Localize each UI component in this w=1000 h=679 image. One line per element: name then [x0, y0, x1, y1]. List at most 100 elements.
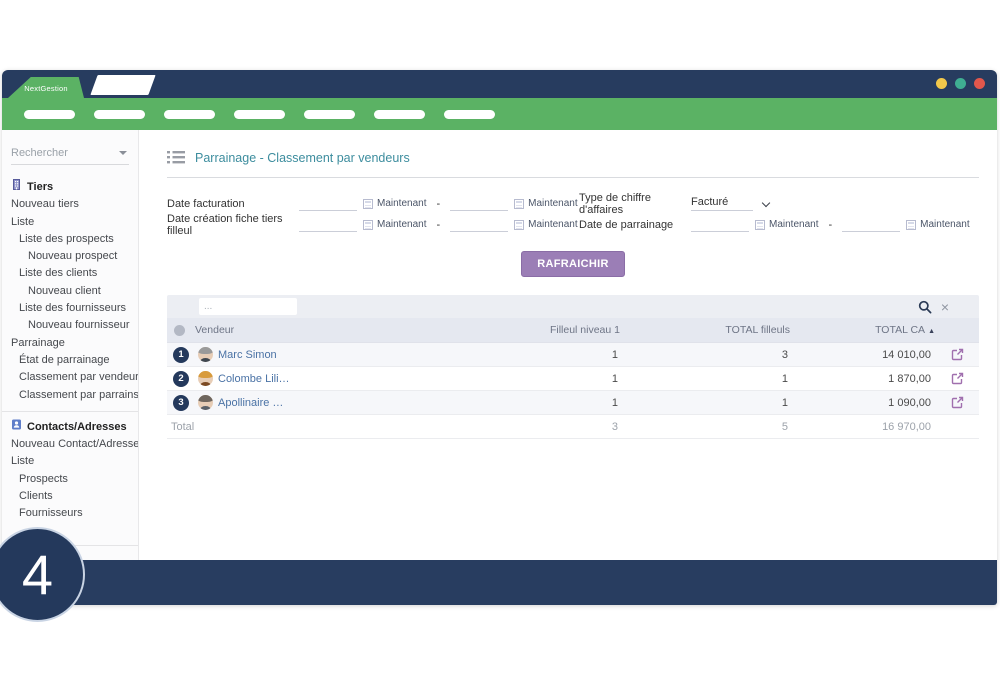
- nav-pill[interactable]: [164, 110, 215, 119]
- avatar: [198, 371, 213, 386]
- total-total-ca: 16 970,00: [790, 421, 935, 433]
- date-creation-fiche-tiers-filleul-to-input[interactable]: [450, 217, 508, 232]
- sidebar-item-parrainage[interactable]: Parrainage: [2, 335, 138, 352]
- sidebar-item-liste-des-prospects[interactable]: Liste des prospects: [2, 231, 138, 248]
- total-filleuls-value: 3: [620, 349, 790, 361]
- from-now-shortcut[interactable]: Maintenant: [363, 198, 426, 209]
- maximize-button[interactable]: [955, 78, 966, 89]
- chevron-down-icon: [762, 198, 770, 206]
- type-ca-select[interactable]: Facturé: [691, 196, 769, 211]
- calendar-icon: [363, 220, 373, 230]
- sidebar-item-nouveau-contact-adresse[interactable]: Nouveau Contact/Adresse: [2, 436, 138, 453]
- vendeur-cell: Colombe Lili…: [195, 371, 450, 386]
- refresh-button[interactable]: RAFRAICHIR: [521, 251, 624, 277]
- search-icon[interactable]: [918, 300, 932, 314]
- sidebar-item-classement-par-vendeurs[interactable]: Classement par vendeurs: [2, 369, 138, 386]
- calendar-icon: [363, 199, 373, 209]
- footer-bar: [2, 560, 997, 605]
- divider: [2, 411, 138, 412]
- info-icon[interactable]: [174, 325, 185, 336]
- column-total-filleuls[interactable]: TOTAL filleuls: [620, 324, 790, 336]
- external-link-icon[interactable]: [935, 348, 979, 361]
- sidebar-item-nouveau-prospect[interactable]: Nouveau prospect: [2, 248, 138, 265]
- column-filleul-niveau1[interactable]: Filleul niveau 1: [450, 324, 620, 336]
- to-now-shortcut[interactable]: Maintenant: [514, 198, 577, 209]
- to-now-shortcut[interactable]: Maintenant: [514, 219, 577, 230]
- sidebar-item-liste-des-clients[interactable]: Liste des clients: [2, 265, 138, 282]
- divider: [167, 177, 979, 178]
- date-parrainage-to-input[interactable]: [842, 217, 900, 232]
- sidebar-header-tiers[interactable]: Tiers: [2, 179, 138, 196]
- search-input[interactable]: [11, 144, 129, 164]
- table-search-input[interactable]: [199, 298, 297, 315]
- from-now-shortcut[interactable]: Maintenant: [755, 219, 818, 230]
- now-label: Maintenant: [528, 219, 577, 230]
- nav-pill[interactable]: [374, 110, 425, 119]
- now-label: Maintenant: [528, 198, 577, 209]
- table-row: 1Marc Simon1314 010,00: [167, 343, 979, 367]
- table-row: 3Apollinaire …111 090,00: [167, 391, 979, 415]
- sidebar: TiersNouveau tiersListeListe des prospec…: [2, 130, 139, 560]
- calendar-icon: [514, 199, 524, 209]
- nav-pill[interactable]: [24, 110, 75, 119]
- column-total-ca[interactable]: TOTAL CA▲: [790, 324, 935, 336]
- sidebar-item-fournisseurs[interactable]: Fournisseurs: [2, 505, 138, 522]
- sidebar-item-classement-par-parrains[interactable]: Classement par parrains: [2, 387, 138, 404]
- minimize-button[interactable]: [936, 78, 947, 89]
- nav-pill[interactable]: [234, 110, 285, 119]
- date-parrainage-from-input[interactable]: [691, 217, 749, 232]
- sidebar-search: [11, 144, 129, 165]
- contacts-icon: [11, 419, 22, 436]
- date-facturation-from-input[interactable]: [299, 196, 357, 211]
- vendeur-link[interactable]: Apollinaire …: [218, 397, 283, 409]
- sidebar-item-nouveau-tiers[interactable]: Nouveau tiers: [2, 196, 138, 213]
- sidebar-header-label: Tiers: [27, 179, 53, 196]
- nav-pill[interactable]: [444, 110, 495, 119]
- date-facturation-to-input[interactable]: [450, 196, 508, 211]
- vendeur-link[interactable]: Colombe Lili…: [218, 373, 290, 385]
- total-total-filleuls: 5: [620, 421, 790, 433]
- sidebar-item-nouveau-fournisseur[interactable]: Nouveau fournisseur: [2, 317, 138, 334]
- sidebar-item-e-tat-de-parrainage[interactable]: État de parrainage: [2, 352, 138, 369]
- filter-label: Type de chiffre d'affaires: [579, 192, 691, 216]
- to-now-shortcut[interactable]: Maintenant: [906, 219, 969, 230]
- now-label: Maintenant: [920, 219, 969, 230]
- table-row: 2Colombe Lili…111 870,00: [167, 367, 979, 391]
- close-icon[interactable]: ×: [941, 300, 949, 314]
- date-creation-fiche-tiers-filleul-from-input[interactable]: [299, 217, 357, 232]
- brand-tab[interactable]: NextGestion: [8, 77, 84, 98]
- total-label: Total: [167, 421, 450, 433]
- select-value: Facturé: [691, 196, 753, 211]
- main-navbar: [2, 98, 997, 130]
- filleul-niveau1-value: 1: [450, 397, 620, 409]
- close-button[interactable]: [974, 78, 985, 89]
- filter-label: Date création fiche tiers filleul: [167, 213, 299, 237]
- nav-pill[interactable]: [94, 110, 145, 119]
- redacted-tab[interactable]: [90, 75, 155, 95]
- filter-date-facturation: Date facturationMaintenant-Maintenant: [167, 193, 579, 214]
- from-now-shortcut[interactable]: Maintenant: [363, 219, 426, 230]
- dropdown-caret-icon[interactable]: [119, 151, 127, 155]
- brand-label: NextGestion: [24, 82, 67, 93]
- sidebar-item-liste-des-fournisseurs[interactable]: Liste des fournisseurs: [2, 300, 138, 317]
- external-link-icon[interactable]: [935, 396, 979, 409]
- vendeur-link[interactable]: Marc Simon: [218, 349, 277, 361]
- sidebar-item-liste[interactable]: Liste: [2, 214, 138, 231]
- total-ca-value: 1 090,00: [790, 397, 935, 409]
- filter-type-ca: Type de chiffre d'affaires Facturé: [579, 193, 979, 214]
- sidebar-item-clients[interactable]: Clients: [2, 488, 138, 505]
- total-filleul-niveau1: 3: [450, 421, 620, 433]
- sidebar-header-contacts-adresses[interactable]: Contacts/Adresses: [2, 419, 138, 436]
- external-link-icon[interactable]: [935, 372, 979, 385]
- filleul-niveau1-value: 1: [450, 349, 620, 361]
- range-separator: -: [828, 219, 832, 231]
- vendeur-cell: Marc Simon: [195, 347, 450, 362]
- total-filleuls-value: 1: [620, 397, 790, 409]
- table-body: 1Marc Simon1314 010,002Colombe Lili…111 …: [167, 343, 979, 415]
- total-ca-value: 14 010,00: [790, 349, 935, 361]
- column-vendeur[interactable]: Vendeur: [195, 324, 450, 336]
- sidebar-item-liste[interactable]: Liste: [2, 453, 138, 470]
- nav-pill[interactable]: [304, 110, 355, 119]
- sidebar-item-nouveau-client[interactable]: Nouveau client: [2, 283, 138, 300]
- sidebar-item-prospects[interactable]: Prospects: [2, 471, 138, 488]
